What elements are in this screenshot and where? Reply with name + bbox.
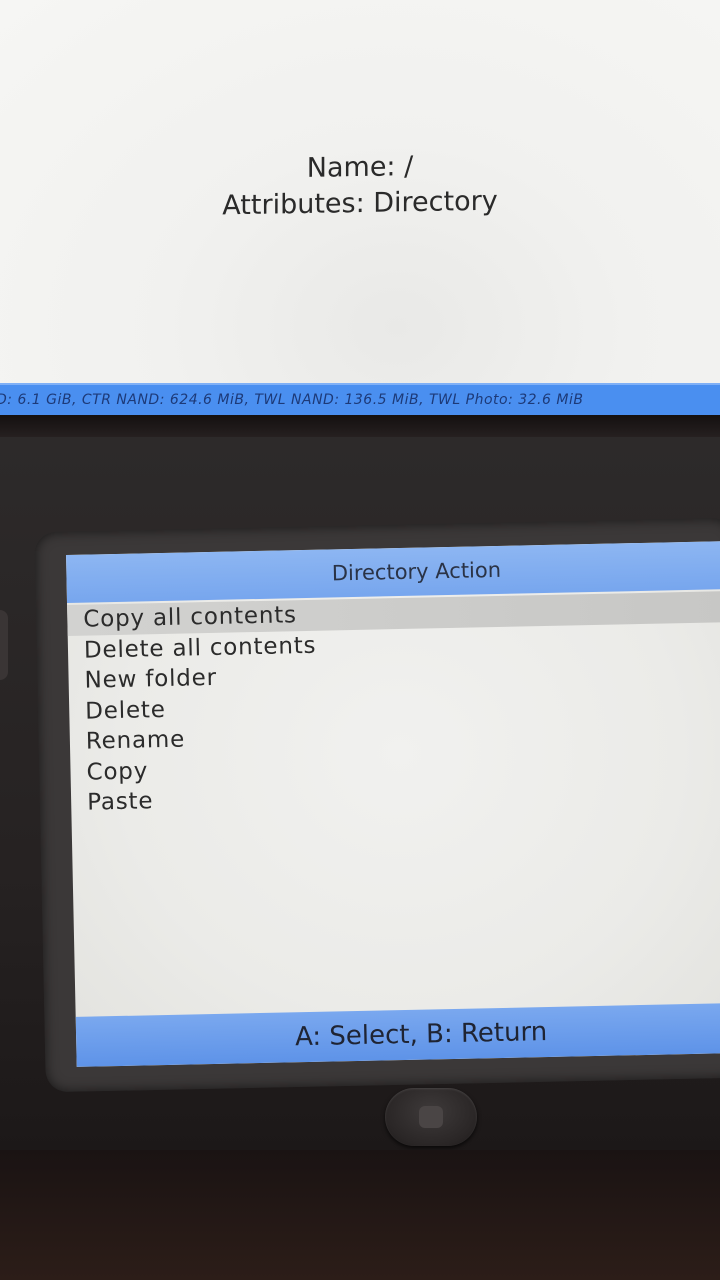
circle-pad-edge xyxy=(0,610,8,680)
directory-action-menu: Copy all contents Delete all contents Ne… xyxy=(67,591,720,818)
home-button[interactable] xyxy=(385,1088,477,1146)
device-hinge xyxy=(0,415,720,437)
device-photo: Name: / Attributes: Directory D: 6.1 GiB… xyxy=(0,0,720,1280)
bottom-screen: Directory Action Copy all contents Delet… xyxy=(66,541,720,1067)
background-surface xyxy=(0,1150,720,1280)
home-icon xyxy=(419,1106,443,1128)
storage-status-text: D: 6.1 GiB, CTR NAND: 624.6 MiB, TWL NAN… xyxy=(0,392,584,408)
storage-status-bar: D: 6.1 GiB, CTR NAND: 624.6 MiB, TWL NAN… xyxy=(0,383,720,415)
top-screen: Name: / Attributes: Directory xyxy=(0,0,720,385)
entry-info: Name: / Attributes: Directory xyxy=(0,144,720,229)
